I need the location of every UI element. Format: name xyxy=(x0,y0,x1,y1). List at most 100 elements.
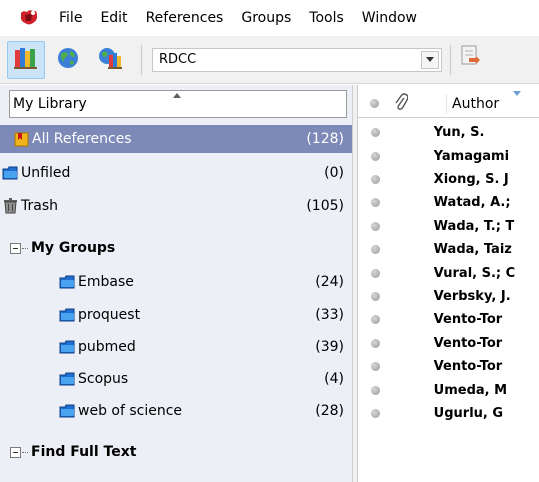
read-status-icon[interactable] xyxy=(371,268,380,278)
group-label: pubmed xyxy=(78,339,136,355)
paperclip-icon xyxy=(394,92,409,115)
library-header[interactable]: My Library xyxy=(9,90,347,118)
read-status-icon[interactable] xyxy=(371,385,380,395)
author-column-header[interactable]: Author xyxy=(446,90,539,114)
read-status-icon[interactable] xyxy=(371,128,380,138)
group-count: (33) xyxy=(315,307,344,323)
reference-row[interactable]: Verbsky, J. xyxy=(358,285,539,308)
reference-row[interactable]: Ugurlu, G xyxy=(358,402,539,425)
menu-edit[interactable]: Edit xyxy=(91,0,136,36)
group-proquest[interactable]: proquest (33) xyxy=(0,301,352,329)
read-status-icon[interactable] xyxy=(371,221,380,231)
sort-down-icon xyxy=(513,90,521,96)
group-pubmed[interactable]: pubmed (39) xyxy=(0,333,352,361)
insert-citation-button[interactable] xyxy=(457,42,485,78)
all-references-icon xyxy=(13,131,29,147)
reference-author: Umeda, M xyxy=(433,382,508,398)
collapse-icon[interactable] xyxy=(10,242,21,254)
read-status-column-header[interactable] xyxy=(358,99,390,108)
folder-icon xyxy=(59,403,75,419)
menu-tools[interactable]: Tools xyxy=(300,0,353,36)
reference-row[interactable]: Yamagami xyxy=(358,144,539,167)
group-all-references[interactable]: All References (128) xyxy=(0,125,352,153)
reference-row[interactable]: Watad, A.; xyxy=(358,191,539,214)
reference-row[interactable]: Yun, S. xyxy=(358,121,539,144)
main-toolbar: RDCC xyxy=(0,36,539,84)
read-status-icon[interactable] xyxy=(371,315,380,325)
toolbar-separator xyxy=(141,44,142,75)
reference-author: Yun, S. xyxy=(433,125,485,141)
reference-list: Author Yun, S. Yamagami Xiong, S. J Watad, … xyxy=(358,85,539,482)
folder-icon xyxy=(2,165,18,181)
group-embase[interactable]: Embase (24) xyxy=(0,268,352,296)
group-label: Embase xyxy=(78,274,134,290)
online-search-mode-icon xyxy=(55,45,81,75)
endnote-logo-icon[interactable] xyxy=(18,7,40,29)
attachment-column-header[interactable] xyxy=(390,92,446,115)
tree-connector xyxy=(22,451,28,453)
reference-author: Vento-Tor xyxy=(433,359,503,375)
integrated-library-mode-icon xyxy=(96,45,124,75)
reference-row[interactable]: Wada, T.; T xyxy=(358,215,539,238)
reference-author: Vento-Tor xyxy=(433,312,503,328)
menu-bar: File Edit References Groups Tools Window xyxy=(0,0,539,36)
read-status-icon[interactable] xyxy=(371,198,380,208)
group-unfiled[interactable]: Unfiled (0) xyxy=(0,159,352,187)
read-status-icon[interactable] xyxy=(371,245,380,255)
read-status-icon[interactable] xyxy=(371,174,380,184)
group-set-label: My Groups xyxy=(31,240,116,256)
reference-row[interactable]: Vento-Tor xyxy=(358,308,539,331)
read-status-icon[interactable] xyxy=(371,408,380,418)
reference-row[interactable]: Wada, Taiz xyxy=(358,238,539,261)
read-status-icon[interactable] xyxy=(371,291,380,301)
toolbar-separator xyxy=(450,44,451,75)
group-web-of-science[interactable]: web of science (28) xyxy=(0,397,352,425)
output-style-dropdown[interactable]: RDCC xyxy=(152,47,442,72)
local-library-mode-icon xyxy=(12,45,40,75)
reference-row[interactable]: Vural, S.; C xyxy=(358,261,539,284)
read-status-icon[interactable] xyxy=(371,338,380,348)
reference-author: Wada, T.; T xyxy=(433,218,515,234)
reference-author: Verbsky, J. xyxy=(433,288,511,304)
menu-window[interactable]: Window xyxy=(353,0,426,36)
author-column-label: Author xyxy=(452,95,500,112)
group-count: (0) xyxy=(324,165,344,181)
reference-author: Wada, Taiz xyxy=(433,242,512,258)
tree-connector xyxy=(22,247,28,249)
reference-row[interactable]: Vento-Tor xyxy=(358,332,539,355)
read-status-icon[interactable] xyxy=(371,151,380,161)
groups-pane: My Library All References (128) Unfiled … xyxy=(0,85,352,482)
group-set-find-full-text[interactable]: Find Full Text xyxy=(0,438,352,466)
group-count: (39) xyxy=(315,339,344,355)
collapse-icon[interactable] xyxy=(10,446,21,458)
folder-icon xyxy=(59,339,75,355)
reference-row[interactable]: Umeda, M xyxy=(358,378,539,401)
menu-groups[interactable]: Groups xyxy=(232,0,300,36)
menu-references[interactable]: References xyxy=(137,0,233,36)
reference-author: Vento-Tor xyxy=(433,335,503,351)
chevron-down-icon[interactable] xyxy=(421,50,439,69)
library-header-label: My Library xyxy=(13,96,87,112)
group-set-my-groups[interactable]: My Groups xyxy=(0,234,352,262)
menu-file[interactable]: File xyxy=(50,0,91,36)
reference-author: Ugurlu, G xyxy=(433,405,504,421)
group-label: Unfiled xyxy=(21,165,71,181)
reference-author: Xiong, S. J xyxy=(433,171,509,187)
read-status-icon[interactable] xyxy=(371,362,380,372)
group-count: (4) xyxy=(324,371,344,387)
group-trash[interactable]: Trash (105) xyxy=(0,192,352,220)
folder-icon xyxy=(59,371,75,387)
reference-row[interactable]: Xiong, S. J xyxy=(358,168,539,191)
reference-author: Yamagami xyxy=(433,148,510,164)
reference-row[interactable]: Vento-Tor xyxy=(358,355,539,378)
group-scopus[interactable]: Scopus (4) xyxy=(0,365,352,393)
read-status-icon xyxy=(369,99,379,108)
local-library-mode-button[interactable] xyxy=(7,40,45,79)
reference-list-header: Author xyxy=(358,90,539,118)
reference-author: Vural, S.; C xyxy=(433,265,516,281)
folder-icon xyxy=(59,307,75,323)
online-search-mode-button[interactable] xyxy=(49,41,87,79)
folder-icon xyxy=(59,274,75,290)
integrated-library-mode-button[interactable] xyxy=(91,41,129,79)
output-style-value: RDCC xyxy=(159,52,197,67)
